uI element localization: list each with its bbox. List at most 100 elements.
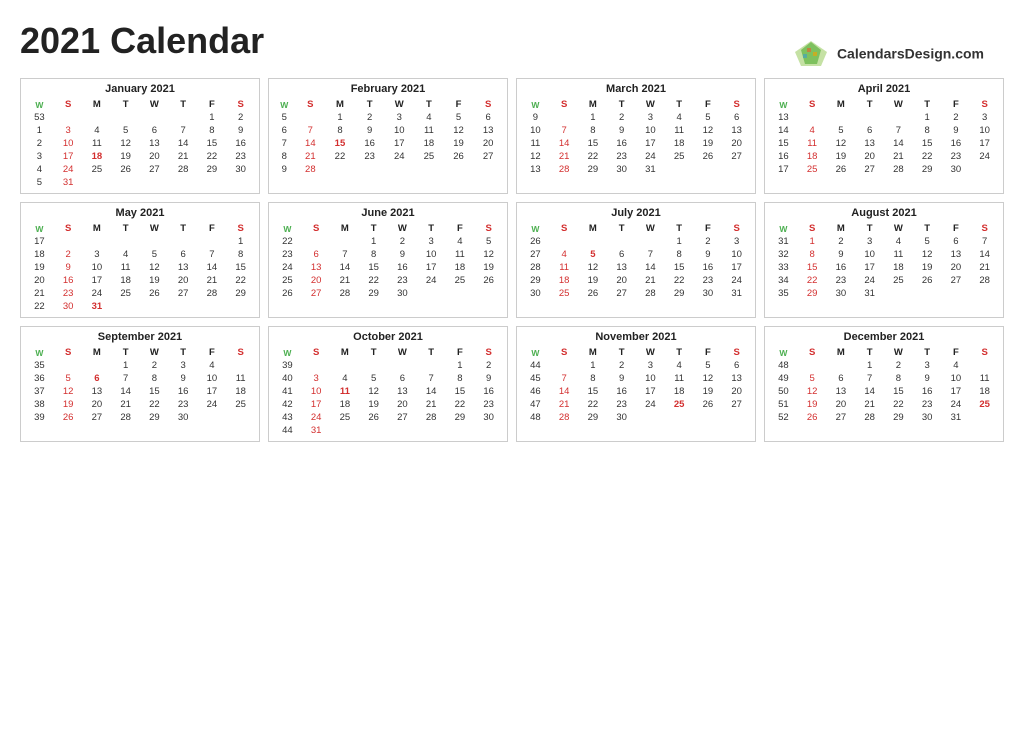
col-header: F [942,346,971,359]
cal-cell: 14 [769,124,798,137]
cal-cell: 22 [198,150,227,163]
cal-cell: 18 [111,274,140,287]
cal-cell: 6 [855,124,884,137]
cal-cell: 9 [388,248,417,261]
cal-cell: 52 [769,411,798,424]
col-header: T [665,346,694,359]
cal-cell [636,411,665,424]
col-header: W [384,98,414,111]
cal-cell: 24 [83,287,112,300]
month-table: WSMTWTFS22123452367891011122413141516171… [273,222,503,300]
cal-cell [722,163,751,176]
cal-cell: 11 [226,372,255,385]
cal-cell: 21 [25,287,54,300]
col-header: W [769,346,798,359]
cal-cell: 13 [521,163,550,176]
cal-cell: 22 [884,398,913,411]
cal-cell: 30 [521,287,550,300]
cal-cell: 3 [970,111,999,124]
cal-cell: 30 [226,163,255,176]
cal-cell: 20 [827,398,856,411]
cal-cell: 21 [855,398,884,411]
cal-cell [970,411,999,424]
cal-cell: 9 [607,372,636,385]
cal-cell: 28 [970,274,999,287]
cal-cell: 13 [855,137,884,150]
cal-cell: 2 [607,111,636,124]
col-header: T [665,98,694,111]
cal-cell [550,111,579,124]
table-row: 821222324252627 [273,150,503,163]
table-row: 3912 [273,359,503,372]
table-row: 9123456 [521,111,751,124]
col-header: T [417,222,446,235]
cal-cell: 12 [140,261,169,274]
cal-cell: 22 [446,398,475,411]
cal-cell [417,424,446,437]
cal-cell: 23 [607,150,636,163]
cal-cell: 9 [521,111,550,124]
cal-cell: 16 [942,137,971,150]
cal-cell: 27 [169,287,198,300]
col-header: S [302,222,331,235]
month-table: WSMTWTFS35123436567891011371213141516171… [25,346,255,424]
cal-cell: 19 [54,398,83,411]
cal-cell [827,359,856,372]
table-row: 44123456 [521,359,751,372]
cal-cell: 28 [521,261,550,274]
cal-cell: 15 [798,261,827,274]
cal-cell: 22 [579,398,608,411]
table-row: 13123 [769,111,999,124]
col-header: F [198,346,227,359]
cal-cell: 17 [384,137,414,150]
col-header: T [414,98,444,111]
cal-cell: 19 [444,137,474,150]
cal-cell [359,359,388,372]
cal-cell: 25 [970,398,999,411]
cal-cell [913,287,942,300]
cal-cell: 13 [769,111,798,124]
table-row: 1445678910 [769,124,999,137]
cal-cell: 22 [359,274,388,287]
cal-cell: 23 [607,398,636,411]
table-row: 317181920212223 [25,150,255,163]
cal-cell: 4 [798,124,827,137]
cal-cell: 30 [474,411,503,424]
cal-cell [607,235,636,248]
cal-cell: 9 [273,163,296,176]
cal-cell: 24 [198,398,227,411]
cal-cell: 18 [665,137,694,150]
cal-cell: 18 [226,385,255,398]
col-header: W [636,98,665,111]
cal-cell: 17 [855,261,884,274]
cal-cell: 4 [665,111,694,124]
cal-cell: 1 [579,111,608,124]
col-header: M [331,222,360,235]
cal-cell: 9 [607,124,636,137]
col-header: F [198,98,227,111]
col-header: S [970,346,999,359]
cal-cell: 4 [942,359,971,372]
cal-cell: 13 [140,137,169,150]
month-table: WSMTWTFS51234566789101112137141516171819… [273,98,503,176]
cal-cell: 14 [417,385,446,398]
cal-cell: 15 [226,261,255,274]
cal-cell: 6 [140,124,169,137]
col-header: M [827,222,856,235]
col-header: S [474,346,503,359]
cal-cell: 7 [550,124,579,137]
cal-cell: 12 [111,137,140,150]
cal-cell: 21 [169,150,198,163]
cal-cell: 25 [665,150,694,163]
month-table: WSMTWTFS31123456732891011121314331516171… [769,222,999,300]
col-header: S [54,98,83,111]
table-row: 3712131415161718 [25,385,255,398]
cal-cell [83,235,112,248]
cal-cell [446,424,475,437]
table-row: 26123 [521,235,751,248]
cal-cell: 22 [140,398,169,411]
cal-cell [388,359,417,372]
cal-cell: 11 [446,248,475,261]
cal-cell: 31 [54,176,83,189]
cal-cell [83,176,112,189]
